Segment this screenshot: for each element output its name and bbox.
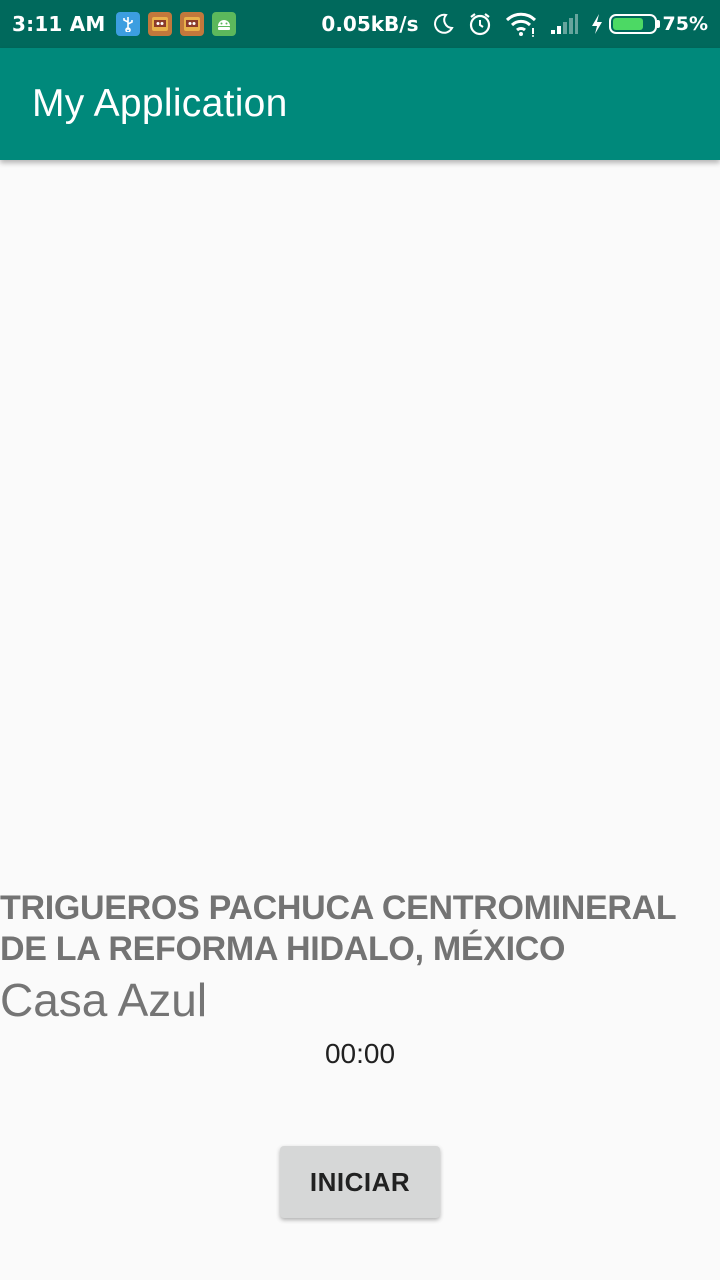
- usb-icon: [115, 12, 140, 36]
- android-debug-icon: [211, 12, 236, 36]
- status-time: 3:11 AM: [12, 12, 106, 36]
- game-app-icon: [147, 12, 172, 36]
- network-speed: 0.05kB/s: [321, 12, 419, 36]
- status-right: 0.05kB/s 75%: [321, 11, 708, 37]
- battery-icon: [608, 14, 660, 34]
- app-title: My Application: [32, 82, 288, 125]
- status-bar: 3:11 AM 0.05kB/s 75%: [0, 0, 720, 48]
- moon-icon: [431, 12, 455, 36]
- notification-icons: [115, 12, 236, 36]
- app-bar: My Application: [0, 48, 720, 160]
- alarm-icon: [467, 11, 493, 37]
- timer-display: 00:00: [324, 1038, 396, 1069]
- main-content: TRIGUEROS PACHUCA CENTROMINERAL DE LA RE…: [0, 160, 720, 1280]
- game-app-icon: [179, 12, 204, 36]
- battery-indicator: 75%: [591, 13, 708, 35]
- cell-signal-icon: [549, 12, 579, 36]
- place-name: Casa Azul: [0, 974, 208, 1026]
- battery-level-fill: [612, 18, 643, 30]
- start-button[interactable]: INICIAR: [280, 1146, 440, 1218]
- charging-icon: [591, 13, 603, 35]
- battery-percent: 75%: [662, 13, 708, 35]
- wifi-icon: [505, 11, 537, 37]
- address-text: TRIGUEROS PACHUCA CENTROMINERAL DE LA RE…: [0, 889, 676, 968]
